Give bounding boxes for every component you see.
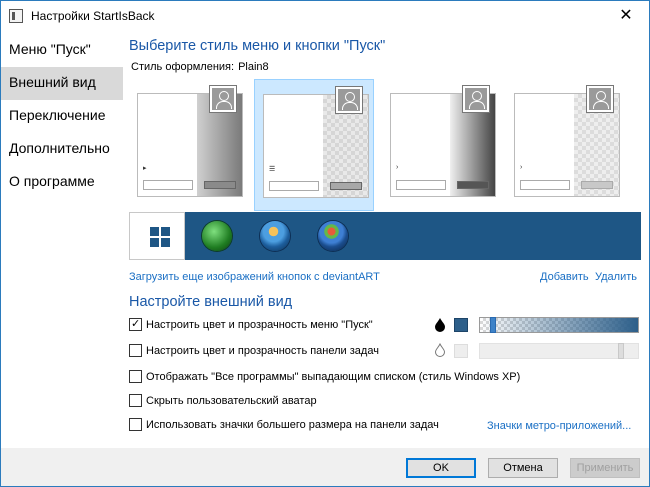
taskbar-color-swatch bbox=[454, 344, 468, 358]
option-label: Настроить цвет и прозрачность меню "Пуск… bbox=[146, 319, 373, 331]
clover-orb-icon bbox=[202, 221, 232, 251]
power-button-preview bbox=[581, 181, 613, 189]
delete-button-link[interactable]: Удалить bbox=[595, 271, 637, 283]
search-box-preview bbox=[520, 180, 570, 190]
option-label: Отображать "Все программы" выпадающим сп… bbox=[146, 371, 521, 383]
search-box-preview bbox=[269, 181, 319, 191]
windows-xp-orb-icon bbox=[260, 221, 290, 251]
appearance-heading: Настройте внешний вид bbox=[129, 294, 293, 310]
style-thumb-3[interactable]: › bbox=[382, 79, 502, 211]
deviantart-download-link[interactable]: Загрузить еще изображений кнопок с devia… bbox=[129, 271, 380, 283]
apply-button[interactable]: Применить bbox=[570, 458, 640, 478]
user-avatar-icon bbox=[462, 85, 490, 113]
search-box-preview bbox=[396, 180, 446, 190]
sidebar-item-switching[interactable]: Переключение bbox=[1, 100, 123, 133]
arrow-icon: › bbox=[520, 164, 523, 171]
ok-button[interactable]: OK bbox=[406, 458, 476, 478]
menu-preview: ▸ bbox=[137, 85, 243, 197]
style-thumb-1[interactable]: ▸ bbox=[129, 79, 249, 211]
sidebar-item-about[interactable]: О программе bbox=[1, 166, 123, 199]
style-label: Стиль оформления: bbox=[131, 61, 235, 73]
power-button-preview bbox=[204, 181, 236, 189]
search-box-preview bbox=[143, 180, 193, 190]
user-avatar-icon bbox=[209, 85, 237, 113]
style-thumbnails: ▸ ☰ › › bbox=[129, 79, 641, 211]
sidebar-item-advanced[interactable]: Дополнительно bbox=[1, 133, 123, 166]
arrow-icon: › bbox=[396, 164, 399, 171]
sidebar-item-start-menu[interactable]: Меню "Пуск" bbox=[1, 34, 123, 67]
start-menu-color-swatch[interactable] bbox=[454, 318, 468, 332]
cancel-button[interactable]: Отмена bbox=[488, 458, 558, 478]
dialog-footer: OK Отмена Применить bbox=[1, 448, 649, 486]
style-thumb-4[interactable]: › bbox=[506, 79, 626, 211]
add-button-link[interactable]: Добавить bbox=[540, 271, 589, 283]
sidebar-item-appearance[interactable]: Внешний вид bbox=[1, 67, 123, 100]
metro-app-icons-link[interactable]: Значки метро-приложений... bbox=[487, 420, 631, 432]
start-button-strip bbox=[129, 212, 641, 260]
color-drop-outline-icon bbox=[434, 343, 446, 357]
app-icon bbox=[9, 9, 23, 23]
start-button-option-4[interactable] bbox=[305, 212, 361, 260]
style-value: Plain8 bbox=[238, 61, 269, 73]
start-button-option-1[interactable] bbox=[129, 212, 185, 260]
windows-10-logo-icon bbox=[150, 227, 170, 247]
power-button-preview bbox=[330, 182, 362, 190]
style-line: Стиль оформления: Plain8 bbox=[131, 61, 269, 73]
menu-preview: › bbox=[390, 85, 496, 197]
arrow-icon: ▸ bbox=[143, 165, 147, 172]
main-content: Выберите стиль меню и кнопки "Пуск" Стил… bbox=[129, 34, 641, 444]
user-avatar-icon bbox=[586, 85, 614, 113]
option-label: Использовать значки большего размера на … bbox=[146, 419, 439, 431]
taskbar-transparency-slider bbox=[479, 343, 639, 359]
menu-preview: ☰ bbox=[263, 86, 369, 198]
settings-window: Настройки StartIsBack ✕ Меню "Пуск" Внеш… bbox=[0, 0, 650, 487]
checkbox-taskbar-color[interactable] bbox=[129, 344, 142, 357]
sidebar: Меню "Пуск" Внешний вид Переключение Доп… bbox=[1, 34, 123, 444]
user-avatar-icon bbox=[335, 86, 363, 114]
list-icon: ☰ bbox=[269, 166, 276, 173]
window-title: Настройки StartIsBack bbox=[31, 9, 155, 23]
color-drop-icon bbox=[434, 318, 446, 332]
windows-7-orb-icon bbox=[318, 221, 348, 251]
option-label: Настроить цвет и прозрачность панели зад… bbox=[146, 345, 379, 357]
close-button[interactable]: ✕ bbox=[603, 1, 649, 31]
style-heading: Выберите стиль меню и кнопки "Пуск" bbox=[129, 38, 386, 54]
power-button-preview bbox=[457, 181, 489, 189]
start-button-option-2[interactable] bbox=[189, 212, 245, 260]
style-thumb-2[interactable]: ☰ bbox=[254, 79, 374, 211]
start-menu-transparency-slider[interactable] bbox=[479, 317, 639, 333]
checkbox-xp-all-programs[interactable] bbox=[129, 370, 142, 383]
checkbox-start-menu-color[interactable] bbox=[129, 317, 142, 331]
menu-preview: › bbox=[514, 85, 620, 197]
start-button-option-3[interactable] bbox=[247, 212, 303, 260]
slider-handle bbox=[618, 343, 624, 359]
checkbox-hide-avatar[interactable] bbox=[129, 394, 142, 407]
option-label: Скрыть пользовательский аватар bbox=[146, 395, 317, 407]
title-bar: Настройки StartIsBack ✕ bbox=[1, 1, 649, 31]
checkbox-large-taskbar-icons[interactable] bbox=[129, 418, 142, 431]
slider-handle[interactable] bbox=[490, 317, 496, 333]
